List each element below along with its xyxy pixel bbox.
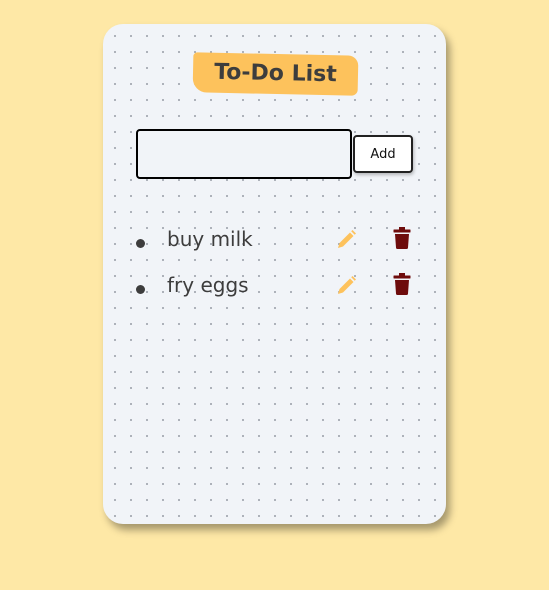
trash-icon[interactable] — [393, 273, 411, 295]
add-button[interactable]: Add — [353, 135, 413, 173]
task-item: fry eggs — [103, 265, 446, 311]
bullet-icon — [136, 239, 145, 248]
task-text: fry eggs — [167, 273, 249, 297]
todo-card: To-Do List Add buy milk fry eggs — [103, 24, 446, 524]
task-list: buy milk fry eggs — [103, 219, 446, 311]
page-title: To-Do List — [213, 59, 338, 88]
title-banner: To-Do List — [192, 52, 359, 96]
pencil-icon[interactable] — [335, 229, 357, 251]
bullet-icon — [136, 285, 145, 294]
task-input[interactable] — [136, 129, 352, 179]
task-text: buy milk — [167, 227, 253, 251]
pencil-icon[interactable] — [335, 275, 357, 297]
trash-icon[interactable] — [393, 227, 411, 249]
task-item: buy milk — [103, 219, 446, 265]
